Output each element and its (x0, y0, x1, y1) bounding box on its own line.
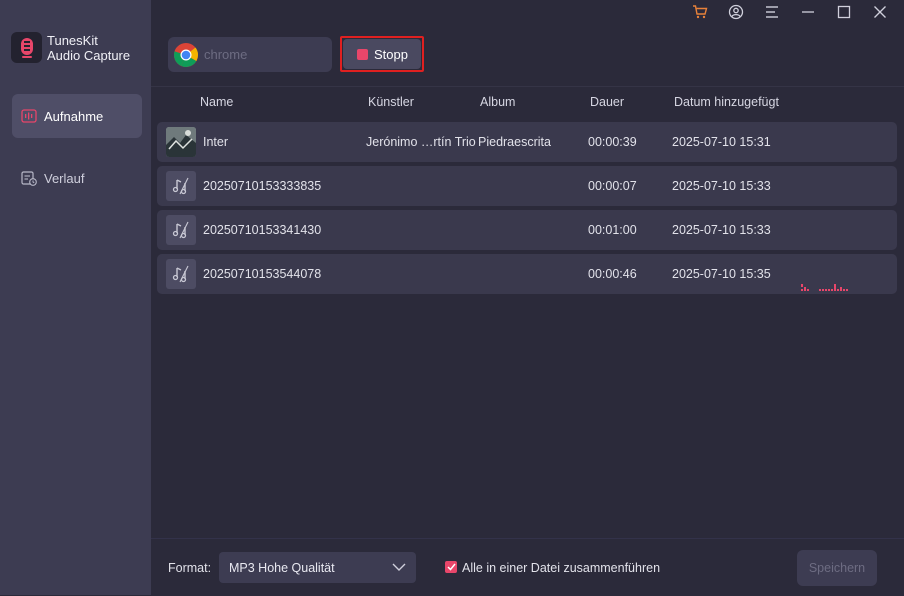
row-album: Piedraescrita (478, 135, 551, 149)
chevron-down-icon (392, 563, 406, 571)
footer-bar: Format: MP3 Hohe Qualität Alle in einer … (151, 538, 904, 596)
close-icon[interactable] (862, 0, 898, 24)
menu-icon[interactable] (754, 0, 790, 24)
merge-checkbox[interactable] (445, 561, 457, 573)
format-select[interactable]: MP3 Hohe Qualität (219, 552, 416, 583)
source-placeholder: chrome (204, 47, 248, 62)
row-date: 2025-07-10 15:33 (672, 223, 771, 237)
row-date: 2025-07-10 15:35 (672, 267, 771, 281)
format-value: MP3 Hohe Qualität (229, 561, 335, 575)
checkmark-icon (446, 563, 456, 571)
sidebar-item-label: Aufnahme (44, 108, 104, 124)
music-note-icon (166, 171, 196, 201)
format-label: Format: (168, 561, 212, 575)
minimize-icon[interactable] (790, 0, 826, 24)
sidebar-item-verlauf[interactable]: Verlauf (12, 156, 142, 200)
music-note-icon (166, 215, 196, 245)
stop-icon (357, 48, 368, 60)
app-brand: TunesKit Audio Capture (11, 32, 130, 63)
row-name: 20250710153544078 (203, 267, 322, 281)
col-header-album[interactable]: Album (480, 95, 515, 109)
app-logo-icon (11, 32, 42, 63)
app-name-line1: TunesKit (47, 32, 98, 48)
sidebar-item-label: Verlauf (44, 170, 85, 186)
save-button[interactable]: Speichern (797, 550, 877, 586)
music-note-icon (166, 259, 196, 289)
row-name: 20250710153341430 (203, 223, 322, 237)
main-panel: chrome Stopp Name Künstler Album Dauer D… (151, 0, 904, 596)
stop-button[interactable]: Stopp (343, 39, 421, 69)
row-duration: 00:00:07 (588, 179, 637, 193)
album-art-thumbnail (166, 127, 196, 157)
title-bar (682, 0, 898, 24)
row-duration: 00:00:46 (588, 267, 637, 281)
row-duration: 00:00:39 (588, 135, 637, 149)
app-name-line2: Audio Capture (47, 47, 131, 63)
table-row[interactable]: 20250710153544078 00:00:46 2025-07-10 15… (157, 254, 897, 294)
audio-source-selector[interactable]: chrome (168, 37, 332, 72)
table-row[interactable]: 20250710153341430 00:01:00 2025-07-10 15… (157, 210, 897, 250)
col-header-name[interactable]: Name (200, 95, 233, 109)
row-artist: Jerónimo …rtín Trio (366, 135, 476, 149)
table-row[interactable]: Inter Jerónimo …rtín Trio Piedraescrita … (157, 122, 897, 162)
table-row[interactable]: 20250710153333835 00:00:07 2025-07-10 15… (157, 166, 897, 206)
row-date: 2025-07-10 15:31 (672, 135, 771, 149)
row-date: 2025-07-10 15:33 (672, 179, 771, 193)
col-header-artist[interactable]: Künstler (368, 95, 414, 109)
row-duration: 00:01:00 (588, 223, 637, 237)
sidebar-item-aufnahme[interactable]: Aufnahme (12, 94, 142, 138)
account-icon[interactable] (718, 0, 754, 24)
cart-icon[interactable] (682, 0, 718, 24)
maximize-icon[interactable] (826, 0, 862, 24)
row-name: Inter (203, 135, 229, 149)
merge-label[interactable]: Alle in einer Datei zusammenführen (462, 561, 660, 575)
row-name: 20250710153333835 (203, 179, 322, 193)
stop-label: Stopp (374, 46, 408, 62)
recording-wave-icon (801, 284, 848, 291)
col-header-duration[interactable]: Dauer (590, 95, 624, 109)
sidebar: TunesKit Audio Capture Aufnahme Verlauf (0, 0, 151, 595)
history-icon (20, 169, 38, 187)
col-header-date[interactable]: Datum hinzugefügt (674, 95, 779, 109)
table-header: Name Künstler Album Dauer Datum hinzugef… (151, 86, 904, 117)
chrome-icon (174, 42, 199, 67)
record-wave-icon (20, 107, 38, 125)
